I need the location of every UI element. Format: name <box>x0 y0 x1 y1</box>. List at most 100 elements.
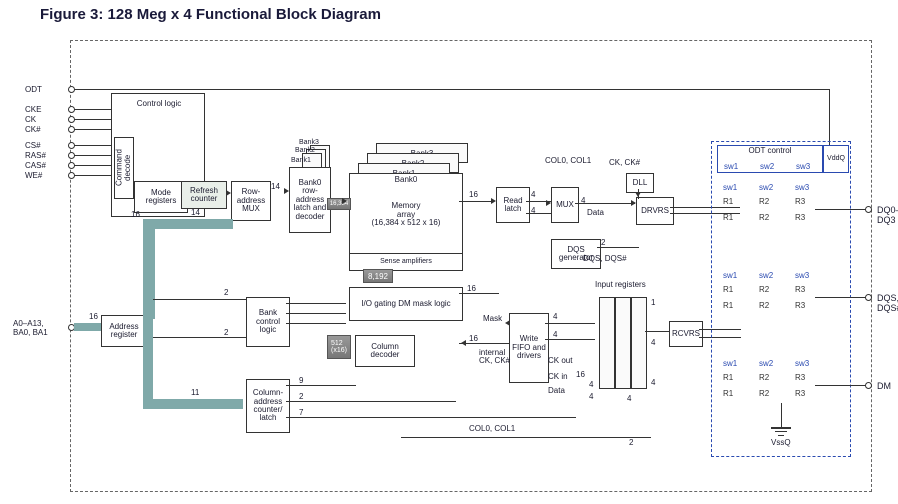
g3-r3a: R3 <box>795 373 805 382</box>
block-write-fifo: Write FIFO and drivers <box>509 313 549 383</box>
g1-r2b: R2 <box>759 213 769 222</box>
odt-sw3: sw3 <box>796 163 810 171</box>
block-col-addr: Column- address counter/ latch <box>246 379 290 433</box>
block-col-decoder: Column decoder <box>355 335 415 367</box>
wire <box>74 109 111 110</box>
bus-horz-a <box>143 219 233 229</box>
gnd-bar2 <box>775 431 787 432</box>
arrow-icon <box>461 340 466 346</box>
g3-r2a: R2 <box>759 373 769 382</box>
arrow-icon <box>284 188 289 194</box>
g1-sw3: sw3 <box>795 183 809 192</box>
g2-r2b: R2 <box>759 301 769 310</box>
block-row-latch: Bank0 row- address latch and decoder <box>289 167 331 233</box>
g1-r2a: R2 <box>759 197 769 206</box>
pinpad-dqs <box>865 294 872 301</box>
arrow-icon <box>342 198 347 204</box>
wire <box>401 437 651 438</box>
diagram-canvas: ODT CKE CK CK# CS# RAS# CAS# WE# A0–A13,… <box>70 40 872 492</box>
buswidth-4h: 4 <box>589 393 593 401</box>
vssq-lbl: VssQ <box>771 439 791 447</box>
pin-addr: A0–A13, BA0, BA1 <box>13 319 48 337</box>
g3-r2b: R2 <box>759 389 769 398</box>
buswidth-16: 16 <box>89 313 98 321</box>
buswidth-11: 11 <box>191 389 199 397</box>
wire <box>459 343 509 344</box>
wire <box>153 299 246 300</box>
buswidth-4g: 4 <box>589 381 593 389</box>
wire <box>545 323 595 324</box>
buswidth-14-a: 14 <box>271 183 280 191</box>
g2-r1a: R1 <box>723 285 733 294</box>
bank0-lbl: Bank0 <box>350 176 462 184</box>
pin-casn: CAS# <box>25 161 46 170</box>
block-row-addr-mux: Row- address MUX <box>231 181 271 221</box>
buswidth-2a: 2 <box>224 289 228 297</box>
pin-odt: ODT <box>25 85 42 94</box>
buswidth-4j: 4 <box>651 379 655 387</box>
wire-dqs <box>815 297 867 298</box>
block-read-latch: Read latch <box>496 187 530 223</box>
lbl-internal-ck: internal CK, CK# <box>479 349 510 366</box>
block-drvrs: DRVRS <box>636 197 674 225</box>
g3-sw1: sw1 <box>723 359 737 368</box>
out-dqs: DQS, DQS# <box>877 293 898 313</box>
odt-sw2: sw2 <box>760 163 774 171</box>
lbl-input-regs: Input registers <box>595 281 646 289</box>
lbl-data: Data <box>587 209 604 217</box>
bus-horz-b <box>143 399 243 409</box>
wire <box>459 293 499 294</box>
bus-vert-a <box>143 219 155 319</box>
g1-r3a: R3 <box>795 197 805 206</box>
block-command-decode: Command decode <box>114 137 134 199</box>
block-mux: MUX <box>551 187 579 223</box>
buswidth-4k: 4 <box>627 395 631 403</box>
block-io-gating: I/O gating DM mask logic <box>349 287 463 321</box>
g1-r1b: R1 <box>723 213 733 222</box>
g2-sw3: sw3 <box>795 271 809 280</box>
arrow-icon <box>631 200 636 206</box>
gnd-bar <box>771 427 791 429</box>
wire <box>74 89 99 90</box>
pinpad-dm <box>865 382 872 389</box>
wire <box>74 155 111 156</box>
g3-sw3: sw3 <box>795 359 809 368</box>
wire <box>597 247 639 248</box>
buswidth-4e: 4 <box>553 313 557 321</box>
pin-ck: CK <box>25 115 36 124</box>
wire <box>645 331 669 332</box>
buswidth-4b: 4 <box>531 207 535 215</box>
buswidth-4a: 4 <box>531 191 535 199</box>
wire <box>286 323 346 324</box>
block-odt-control: ODT control sw1 sw2 sw3 <box>717 145 823 173</box>
block-memory-array: Bank0 Memory array (16,384 x 512 x 16) <box>349 173 463 257</box>
arrow-icon <box>491 198 496 204</box>
pin-rasn: RAS# <box>25 151 46 160</box>
mem-array-lbl: Memory array (16,384 x 512 x 16) <box>372 202 441 227</box>
buswidth-16b: 16 <box>131 211 140 219</box>
g1-r3b: R3 <box>795 213 805 222</box>
inputreg-2 <box>631 297 647 389</box>
wire <box>575 203 635 204</box>
arrow-icon <box>546 200 551 206</box>
block-dll: DLL <box>626 173 654 193</box>
buswidth-16c: 16 <box>469 191 478 199</box>
lbl-ck-ckn: CK, CK# <box>609 159 640 167</box>
lbl-col-top: COL0, COL1 <box>545 157 591 165</box>
wire <box>286 303 346 304</box>
block-refresh-counter: Refresh counter <box>181 181 227 209</box>
addr-bus-in <box>74 323 101 331</box>
g3-r3b: R3 <box>795 389 805 398</box>
block-control-logic-lbl: Control logic <box>113 100 205 108</box>
bank1-lbl-a: Bank1 <box>291 157 311 164</box>
buswidth-14-b: 14 <box>191 209 200 217</box>
buswidth-2e: 2 <box>629 439 633 447</box>
lbl-ckout: CK out <box>548 357 572 365</box>
mask-512: 512 (x16) <box>327 335 351 359</box>
g2-r2a: R2 <box>759 285 769 294</box>
wire <box>74 175 111 176</box>
wire <box>286 401 456 402</box>
arrow-icon <box>505 320 510 326</box>
g2-r3a: R3 <box>795 285 805 294</box>
g3-sw2: sw2 <box>759 359 773 368</box>
